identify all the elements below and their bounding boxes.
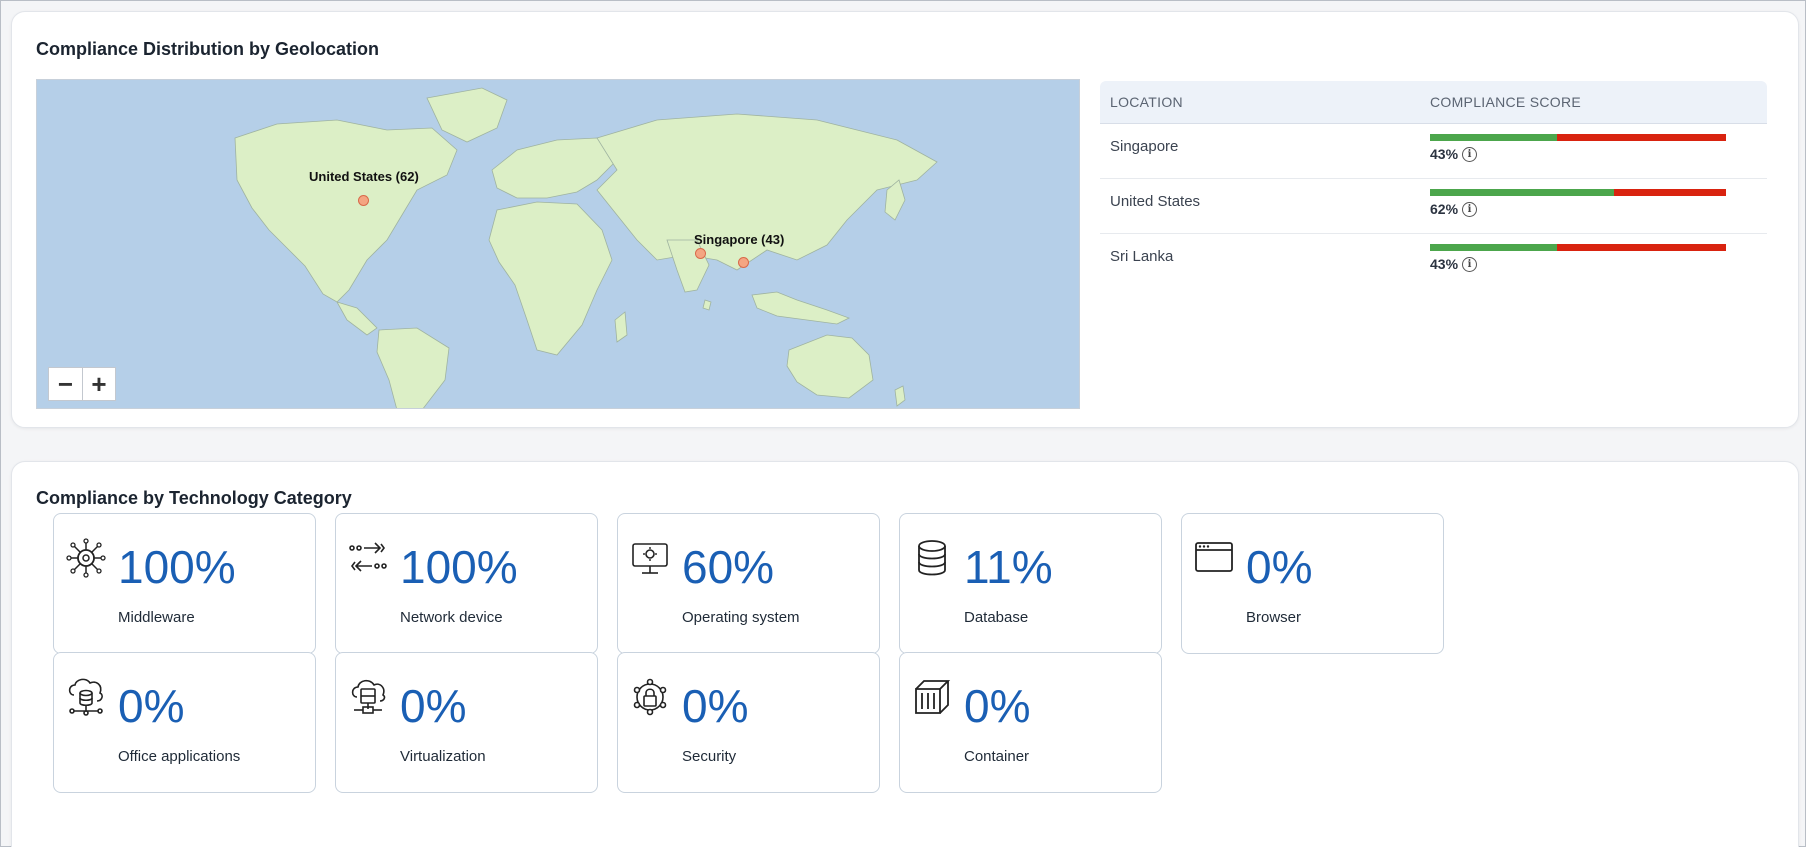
tech-tile-middleware[interactable]: 100% Middleware xyxy=(53,513,316,654)
info-icon[interactable]: i xyxy=(1462,146,1478,162)
compliance-score: 43% i xyxy=(1430,146,1478,162)
marker-singapore[interactable] xyxy=(738,257,749,268)
compliance-bar-fill xyxy=(1430,189,1614,196)
location-row[interactable]: United States 62% i xyxy=(1100,179,1767,234)
geolocation-title: Compliance Distribution by Geolocation xyxy=(36,39,380,59)
container-icon xyxy=(915,680,949,714)
tech-tile-label: Database xyxy=(964,609,1029,626)
marker-label-united-states: United States (62) xyxy=(309,169,419,184)
tech-tile-label: Middleware xyxy=(118,609,195,626)
zoom-in-button[interactable]: + xyxy=(81,368,115,400)
location-table: LOCATION COMPLIANCE SCORE Singapore 43% i U… xyxy=(1100,81,1767,289)
location-name: Singapore xyxy=(1110,138,1179,155)
tech-tile-label: Security xyxy=(682,748,737,765)
column-header-compliance-score[interactable]: COMPLIANCE SCORE xyxy=(1430,94,1581,110)
database-icon xyxy=(918,540,946,576)
compliance-score: 62% i xyxy=(1430,201,1478,217)
tech-tile-percent: 0% xyxy=(118,680,185,732)
location-name: Sri Lanka xyxy=(1110,248,1174,265)
compliance-bar xyxy=(1430,189,1726,196)
middleware-icon xyxy=(66,538,106,578)
virtualization-icon xyxy=(351,679,386,714)
compliance-bar xyxy=(1430,244,1726,251)
map-zoom-controls: − + xyxy=(48,367,116,401)
info-icon[interactable]: i xyxy=(1462,201,1478,217)
world-map[interactable]: United States (62) Singapore (43) − + xyxy=(36,79,1080,409)
tech-tile-office-applications[interactable]: 0% Office applications xyxy=(53,652,316,793)
compliance-score-cell: 43% i xyxy=(1430,124,1767,178)
location-row[interactable]: Singapore 43% i xyxy=(1100,124,1767,179)
tech-tile-container[interactable]: 0% Container xyxy=(899,652,1162,793)
marker-sri-lanka[interactable] xyxy=(695,248,706,259)
compliance-bar-fill xyxy=(1430,134,1558,141)
info-icon[interactable]: i xyxy=(1462,256,1478,272)
security-icon xyxy=(633,678,667,716)
compliance-score-cell: 43% i xyxy=(1430,234,1767,289)
tech-tile-percent: 0% xyxy=(400,680,467,732)
tech-tile-percent: 100% xyxy=(400,541,518,593)
tech-tile-database[interactable]: 11% Database xyxy=(899,513,1162,654)
compliance-bar xyxy=(1430,134,1726,141)
tech-tile-percent: 11% xyxy=(964,541,1053,593)
location-row[interactable]: Sri Lanka 43% i xyxy=(1100,234,1767,289)
compliance-score: 43% i xyxy=(1430,256,1478,272)
office-applications-icon xyxy=(68,678,103,716)
marker-united-states[interactable] xyxy=(358,195,369,206)
tech-tile-percent: 0% xyxy=(1246,541,1313,593)
technology-title: Compliance by Technology Category xyxy=(36,488,352,508)
tech-tile-label: Operating system xyxy=(682,609,800,626)
tech-tile-virtualization[interactable]: 0% Virtualization xyxy=(335,652,598,793)
tech-tile-label: Office applications xyxy=(118,748,241,765)
compliance-score-cell: 62% i xyxy=(1430,179,1767,233)
tech-tile-label: Virtualization xyxy=(400,748,486,765)
tech-tile-security[interactable]: 0% Security xyxy=(617,652,880,793)
technology-card: Compliance by Technology Category 100% Mi… xyxy=(11,461,1799,847)
compliance-score-value: 43% xyxy=(1430,256,1459,272)
world-map-land xyxy=(234,87,938,408)
compliance-score-value: 62% xyxy=(1430,201,1459,217)
tech-tile-label: Network device xyxy=(400,609,503,626)
browser-icon xyxy=(1195,542,1233,572)
network-device-icon xyxy=(349,542,387,572)
operating-system-icon xyxy=(632,543,668,574)
column-header-location[interactable]: LOCATION xyxy=(1100,94,1430,110)
location-table-header: LOCATION COMPLIANCE SCORE xyxy=(1100,81,1767,124)
tech-tile-percent: 60% xyxy=(682,541,775,593)
tech-tile-operating-system[interactable]: 60% Operating system xyxy=(617,513,880,654)
tech-tile-network-device[interactable]: 100% Network device xyxy=(335,513,598,654)
tech-tile-percent: 0% xyxy=(964,680,1031,732)
tech-tile-label: Browser xyxy=(1246,609,1302,626)
tech-tile-percent: 0% xyxy=(682,680,749,732)
compliance-bar-fill xyxy=(1430,244,1558,251)
marker-label-singapore: Singapore (43) xyxy=(694,232,785,247)
geolocation-card: Compliance Distribution by Geolocation U… xyxy=(11,11,1799,428)
tech-tile-percent: 100% xyxy=(118,541,236,593)
tech-tile-label: Container xyxy=(964,748,1030,765)
tech-tile-browser[interactable]: 0% Browser xyxy=(1181,513,1444,654)
compliance-score-value: 43% xyxy=(1430,146,1459,162)
zoom-out-button[interactable]: − xyxy=(49,368,82,400)
location-name: United States xyxy=(1110,193,1201,210)
